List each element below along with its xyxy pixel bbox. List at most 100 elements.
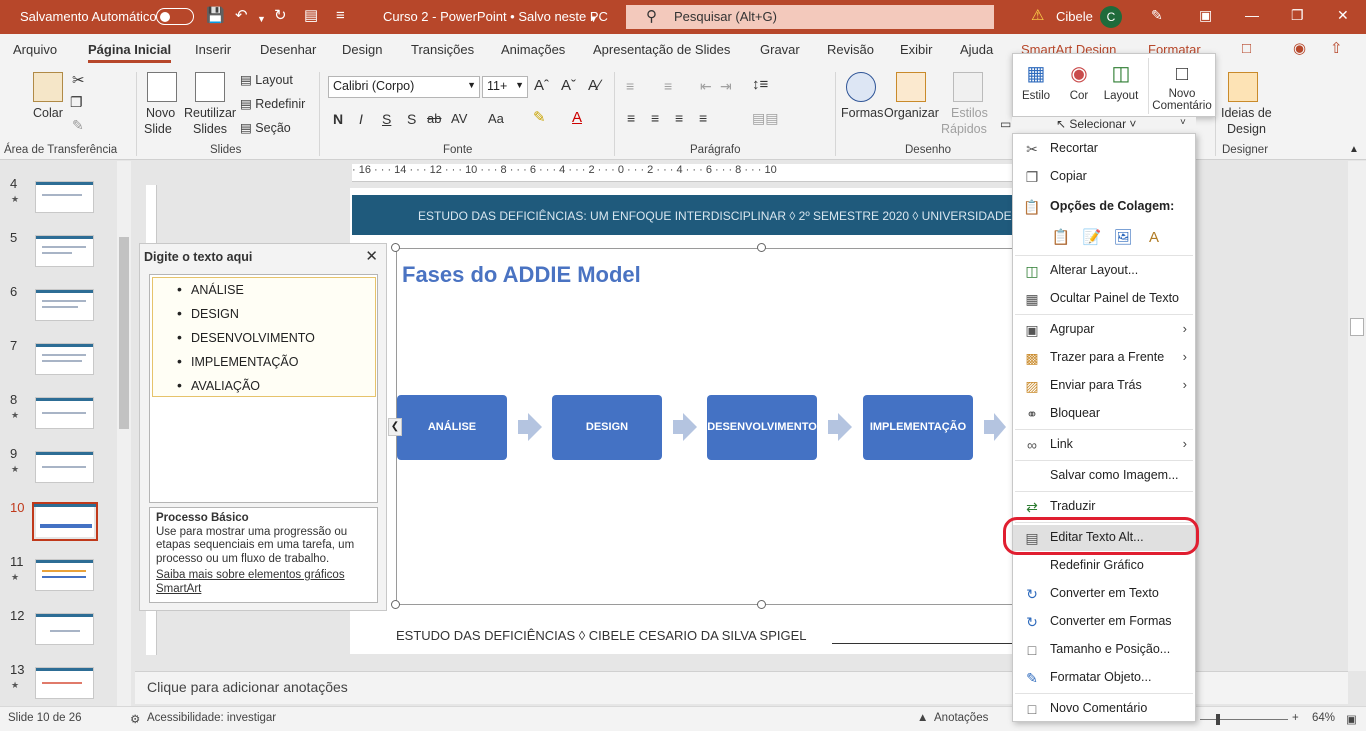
quick-styles-label-1[interactable]: Estilos [951, 106, 988, 120]
search-box[interactable]: ⚲ Pesquisar (Alt+G) [626, 5, 994, 29]
tab-arquivo[interactable]: Arquivo [13, 42, 57, 57]
bullets-icon[interactable]: ≡ [626, 78, 634, 94]
color-button[interactable]: ◉ Cor [1061, 54, 1097, 118]
paste-picture-icon[interactable]: 🖼 [1112, 226, 1134, 250]
canvas-scroll-thumb[interactable] [1350, 318, 1364, 336]
notes-toggle[interactable]: Anotações [934, 712, 988, 724]
paste-destination-icon[interactable]: 📝 [1081, 226, 1103, 250]
arrange-icon[interactable] [896, 72, 926, 102]
thumbnails-scroll-thumb[interactable] [119, 237, 129, 429]
zoom-level[interactable]: 64% [1312, 712, 1335, 724]
reuse-label-2[interactable]: Slides [193, 122, 227, 136]
font-name-combo[interactable]: Calibri (Corpo) ▼ [328, 76, 480, 98]
slide-thumbnail[interactable] [35, 451, 94, 483]
indent-inc-icon[interactable]: ⇥ [720, 78, 732, 95]
share-icon[interactable]: ⇧ [1330, 40, 1343, 58]
slide-thumbnail[interactable] [35, 613, 94, 645]
resize-handle[interactable] [391, 600, 400, 609]
paste-label[interactable]: Colar [33, 106, 63, 120]
designer-icon[interactable] [1228, 72, 1258, 102]
restore-icon[interactable]: ❐ [1291, 7, 1304, 24]
menu-item-converter-texto[interactable]: ↻ Converter em Texto [1013, 581, 1195, 607]
process-box-design[interactable]: DESIGN [552, 395, 662, 460]
designer-label-2[interactable]: Design [1227, 122, 1266, 136]
comments-icon[interactable]: □ [1242, 40, 1251, 58]
close-window-icon[interactable]: ✕ [1337, 7, 1349, 24]
zoom-slider-thumb[interactable] [1216, 714, 1220, 725]
zoom-slider[interactable] [1200, 719, 1288, 720]
menu-item-trazer-frente[interactable]: ▩ Trazer para a Frente › [1013, 345, 1195, 371]
tab-ajuda[interactable]: Ajuda [960, 42, 993, 57]
menu-item-formatar-objeto[interactable]: ✎ Formatar Objeto... [1013, 665, 1195, 691]
undo-dropdown-icon[interactable]: ▼ [257, 10, 266, 28]
shapes-icon[interactable] [846, 72, 876, 102]
layout-button[interactable]: ▤ Layout [240, 72, 293, 87]
menu-item-alterar-layout[interactable]: ◫ Alterar Layout... [1013, 258, 1195, 284]
highlight-icon[interactable]: ✎ [533, 108, 546, 126]
document-title[interactable]: Curso 2 - PowerPoint • Salvo neste PC [383, 9, 608, 24]
bullet-item[interactable]: AVALIAÇÃO [177, 377, 260, 393]
indent-dec-icon[interactable]: ⇤ [700, 78, 712, 95]
resize-handle[interactable] [757, 243, 766, 252]
arrange-label[interactable]: Organizar [884, 106, 939, 120]
redo-icon[interactable]: ↻ [274, 7, 287, 25]
menu-item-tamanho-posicao[interactable]: □ Tamanho e Posição... [1013, 637, 1195, 663]
new-slide-label-2[interactable]: Slide [144, 122, 172, 136]
copy-icon[interactable]: ❐ [70, 94, 83, 111]
style-button[interactable]: ▦ Estilo [1017, 54, 1055, 118]
align-right-icon[interactable]: ≡ [675, 110, 683, 126]
title-dropdown-icon[interactable]: ▼ [589, 10, 598, 28]
tab-gravar[interactable]: Gravar [760, 42, 800, 57]
slide-thumbnail[interactable] [35, 343, 94, 375]
accessibility-status[interactable]: Acessibilidade: investigar [147, 712, 276, 724]
menu-item-redefinir-grafico[interactable]: Redefinir Gráfico [1013, 553, 1195, 579]
reuse-slides-icon[interactable] [195, 72, 225, 102]
menu-item-link[interactable]: ∞ Link › [1013, 432, 1195, 458]
accessibility-icon[interactable]: ⚙ [130, 712, 140, 726]
quick-styles-icon[interactable] [953, 72, 983, 102]
outline-icon[interactable]: ▭ [1000, 117, 1011, 131]
layout-button-mini[interactable]: ◫ Layout [1101, 54, 1141, 118]
slide-thumbnail[interactable] [35, 289, 94, 321]
zoom-in-icon[interactable]: + [1292, 712, 1299, 724]
shrink-font-icon[interactable]: Aˇ [561, 77, 576, 94]
italic-icon[interactable]: I [359, 111, 363, 127]
new-slide-icon[interactable] [147, 72, 177, 102]
canvas-scrollbar[interactable] [1348, 161, 1366, 671]
text-pane-editor[interactable]: ANÁLISE DESIGN DESENVOLVIMENTO IMPLEMENT… [152, 277, 376, 397]
menu-item-recortar[interactable]: ✂ Recortar [1013, 136, 1195, 162]
quick-styles-label-2[interactable]: Rápidos [941, 122, 987, 136]
font-color-icon[interactable]: A [572, 109, 582, 126]
slide-thumbnail-selected[interactable] [32, 502, 98, 541]
numbering-icon[interactable]: ≡ [664, 78, 672, 94]
new-comment-button[interactable]: □ Novo Comentário [1149, 54, 1215, 118]
chevron-down-icon[interactable]: ˅ [1180, 117, 1186, 128]
justify-icon[interactable]: ≡ [699, 110, 707, 126]
tab-pagina-inicial[interactable]: Página Inicial [88, 42, 172, 63]
menu-item-ocultar-painel[interactable]: ▦ Ocultar Painel de Texto [1013, 286, 1195, 312]
menu-item-agrupar[interactable]: ▣ Agrupar › [1013, 317, 1195, 343]
avatar[interactable]: C [1100, 6, 1122, 28]
menu-item-bloquear[interactable]: ⚭ Bloquear [1013, 401, 1195, 427]
select-button[interactable]: ↖ Selecionar ˅ [1056, 117, 1136, 131]
tab-animacoes[interactable]: Animações [501, 42, 565, 57]
paste-keep-source-icon[interactable]: 📋 [1050, 226, 1072, 250]
paste-icon[interactable] [33, 72, 63, 102]
ribbon-display-icon[interactable]: ▣ [1199, 7, 1212, 24]
paste-text-only-icon[interactable]: A [1143, 226, 1165, 250]
bullet-item[interactable]: DESIGN [177, 305, 239, 321]
collapse-ribbon-icon[interactable]: ▲ [1349, 144, 1359, 155]
bold-icon[interactable]: N [333, 111, 343, 127]
reuse-label-1[interactable]: Reutilizar [184, 106, 236, 120]
slide-thumbnail[interactable] [35, 181, 94, 213]
notes-icon[interactable]: ▲ [917, 712, 928, 724]
align-left-icon[interactable]: ≡ [627, 110, 635, 126]
tab-apresentacao[interactable]: Apresentação de Slides [593, 42, 730, 57]
shadow-icon[interactable]: S [407, 111, 416, 127]
cut-icon[interactable]: ✂ [72, 71, 85, 89]
process-box-analise[interactable]: ANÁLISE [397, 395, 507, 460]
section-button[interactable]: ▤ Seção [240, 120, 291, 135]
columns-icon[interactable]: ▤▤ [752, 110, 778, 127]
present-icon[interactable]: ▤ [304, 7, 318, 25]
font-size-combo[interactable]: 11+ ▼ [482, 76, 528, 98]
